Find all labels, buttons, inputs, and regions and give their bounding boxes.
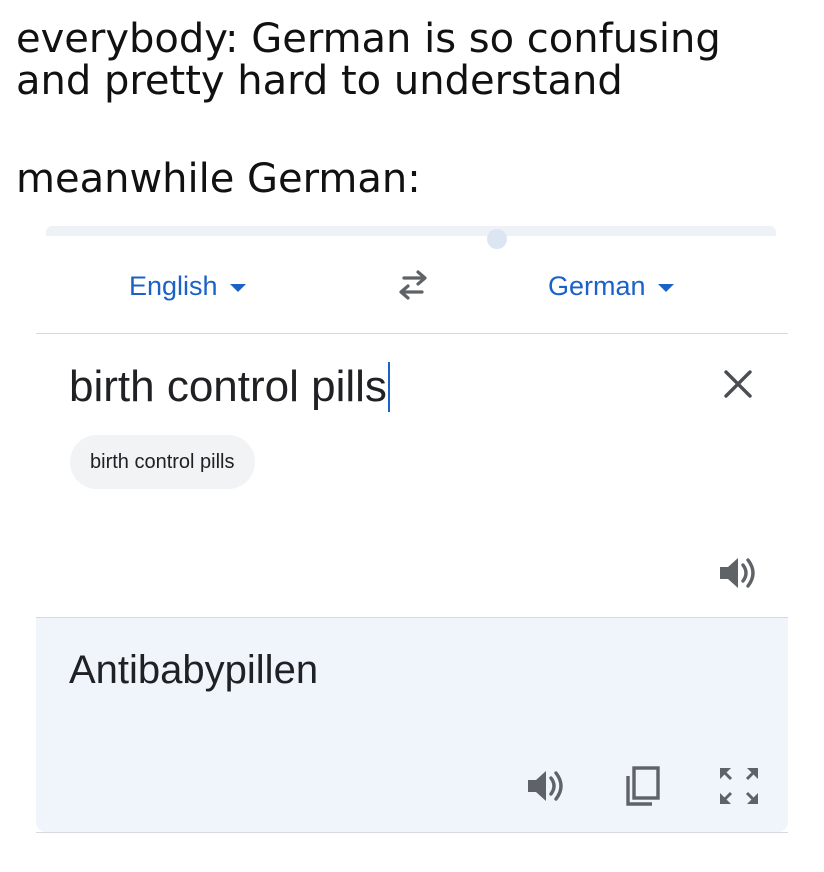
caret-down-icon: [229, 284, 246, 292]
translation-output-area: Antibabypillen: [36, 618, 788, 832]
text-cursor: [387, 362, 390, 412]
source-text-area[interactable]: birth control pills birth control pills: [36, 334, 788, 617]
clear-text-button[interactable]: [718, 364, 758, 404]
language-bar: English German: [36, 250, 788, 330]
listen-source-button[interactable]: [716, 553, 762, 593]
translation-output-text: Antibabypillen: [69, 648, 319, 692]
speaker-icon: [528, 771, 563, 801]
target-language-label: German: [548, 270, 646, 301]
meme-caption-line-2: and pretty hard to understand: [16, 58, 623, 104]
target-language-button[interactable]: German: [548, 268, 674, 304]
fullscreen-icon: [720, 768, 758, 804]
copy-icon: [626, 766, 660, 806]
swap-languages-button[interactable]: [388, 264, 438, 308]
speaker-icon: [720, 558, 755, 588]
copy-translation-button[interactable]: [620, 764, 666, 808]
source-text-input[interactable]: birth control pills: [69, 362, 390, 412]
bottom-divider: [36, 832, 788, 833]
source-language-button[interactable]: English: [129, 268, 246, 304]
suggestion-chip[interactable]: birth control pills: [70, 435, 255, 489]
swap-languages-icon: [399, 270, 427, 300]
translator-top-strip: [46, 226, 776, 236]
caret-down-icon: [657, 284, 674, 292]
meme-caption-line-3: meanwhile German:: [16, 156, 421, 202]
close-icon: [724, 370, 752, 398]
meme-caption-line-1: everybody: German is so confusing: [16, 16, 721, 62]
fullscreen-button[interactable]: [716, 764, 762, 808]
source-language-label: English: [129, 270, 218, 301]
watermark-dot: [487, 229, 507, 249]
listen-translation-button[interactable]: [524, 764, 570, 808]
source-text-value: birth control pills: [69, 362, 387, 411]
